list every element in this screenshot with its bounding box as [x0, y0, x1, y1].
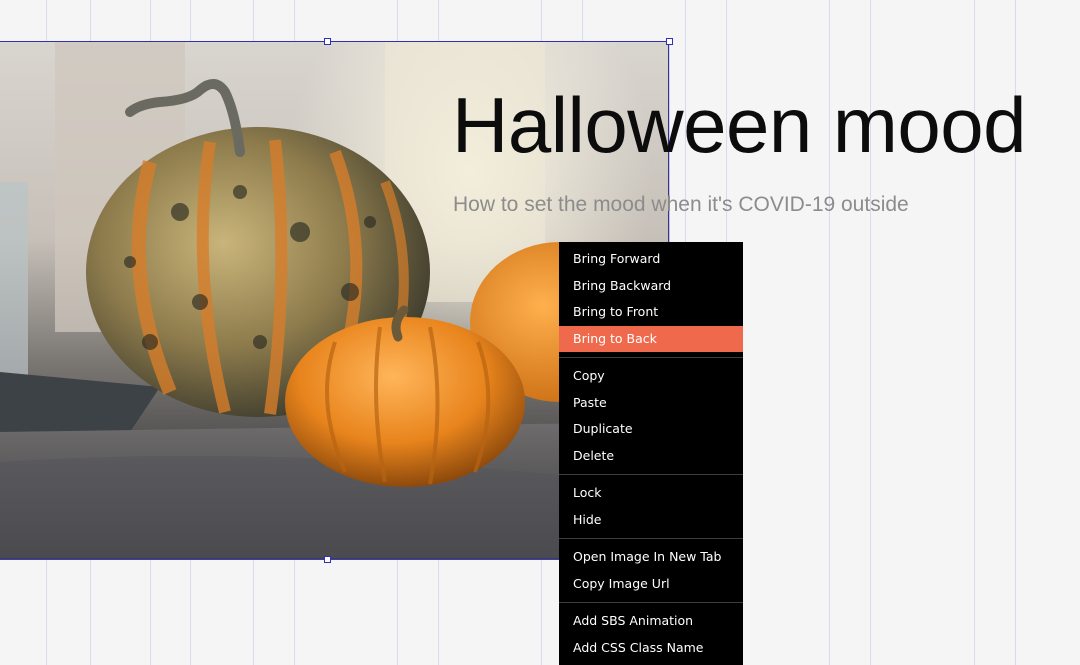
menu-item-delete[interactable]: Delete	[559, 443, 743, 470]
menu-separator	[559, 602, 743, 603]
menu-item-duplicate[interactable]: Duplicate	[559, 416, 743, 443]
menu-item-bring-to-front[interactable]: Bring to Front	[559, 299, 743, 326]
menu-item-open-image-in-new-tab[interactable]: Open Image In New Tab	[559, 544, 743, 571]
menu-item-hide[interactable]: Hide	[559, 507, 743, 534]
context-menu: Bring Forward Bring Backward Bring to Fr…	[559, 242, 743, 665]
resize-handle-bottom[interactable]	[324, 556, 331, 563]
menu-item-copy[interactable]: Copy	[559, 363, 743, 390]
menu-item-paste[interactable]: Paste	[559, 390, 743, 417]
page-title: Halloween mood	[452, 81, 1027, 169]
menu-separator	[559, 474, 743, 475]
page-subtitle: How to set the mood when it's COVID-19 o…	[453, 193, 909, 216]
menu-item-bring-forward[interactable]: Bring Forward	[559, 246, 743, 273]
resize-handle-top[interactable]	[324, 38, 331, 45]
menu-separator	[559, 538, 743, 539]
menu-item-add-sbs-animation[interactable]: Add SBS Animation	[559, 608, 743, 635]
resize-handle-top-right[interactable]	[666, 38, 673, 45]
menu-item-bring-to-back[interactable]: Bring to Back	[559, 325, 743, 352]
menu-item-bring-backward[interactable]: Bring Backward	[559, 273, 743, 300]
menu-separator	[559, 357, 743, 358]
menu-item-add-css-class-name[interactable]: Add CSS Class Name	[559, 635, 743, 662]
menu-item-lock[interactable]: Lock	[559, 480, 743, 507]
menu-item-copy-image-url[interactable]: Copy Image Url	[559, 571, 743, 598]
